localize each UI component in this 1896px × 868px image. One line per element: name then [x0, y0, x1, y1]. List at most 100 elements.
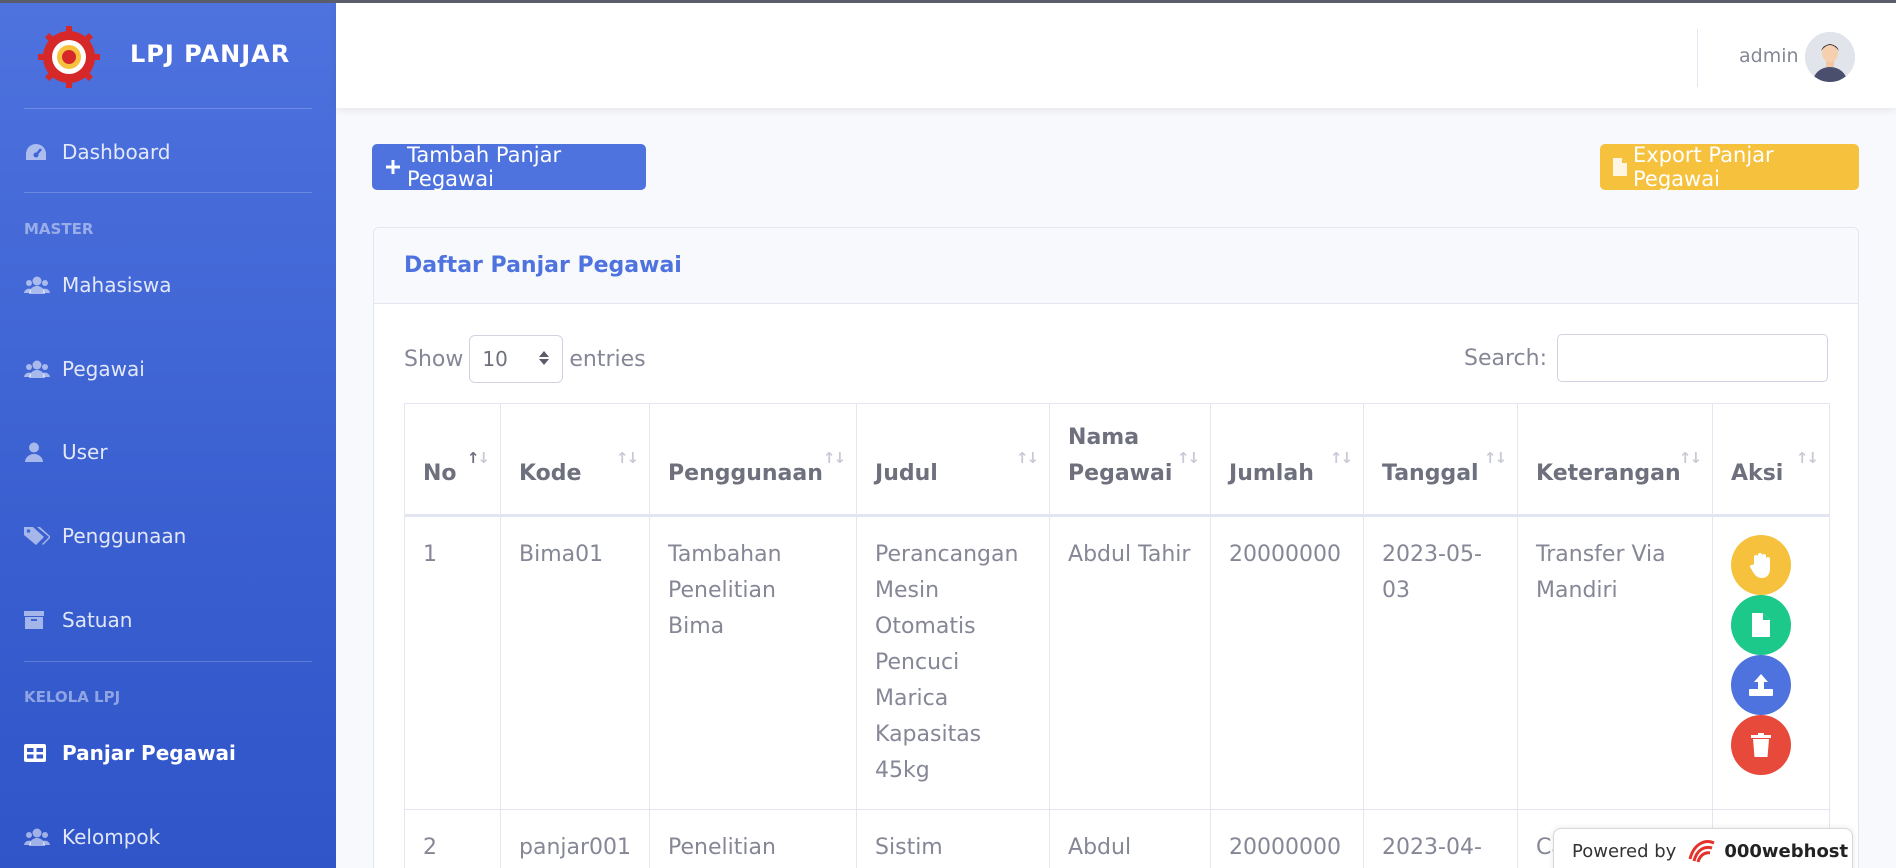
sidebar-item-label: Mahasiswa	[62, 273, 172, 297]
column-header-tanggal[interactable]: Tanggal ↑↓	[1363, 403, 1519, 516]
column-header-aksi[interactable]: Aksi ↑↓	[1712, 403, 1830, 516]
cell-penggunaan: Tambahan Penelitian Bima	[649, 515, 858, 810]
upload-icon	[1749, 674, 1774, 696]
sidebar-item-panjar-pegawai[interactable]: Panjar Pegawai	[24, 733, 324, 773]
sort-icon: ↑↓	[1329, 449, 1353, 467]
delete-button[interactable]	[1731, 715, 1792, 775]
column-label: Kode	[519, 461, 582, 486]
cell-no: 1	[404, 515, 501, 810]
sidebar-item-satuan[interactable]: Satuan	[24, 600, 324, 640]
column-label: Penggunaan	[668, 461, 823, 486]
sidebar-item-label: Kelompok	[62, 825, 161, 849]
cell-penggunaan: Penelitian	[649, 809, 858, 868]
sort-icon: ↑↓	[615, 449, 639, 467]
search-control: Search:	[1464, 334, 1828, 382]
upload-button[interactable]	[1731, 655, 1792, 715]
hand-icon	[1750, 553, 1771, 578]
sort-icon: ↑↓	[822, 449, 846, 467]
column-label: Nama Pegawai	[1068, 425, 1173, 486]
cell-jumlah: 20000000	[1210, 515, 1365, 810]
card-title: Daftar Panjar Pegawai	[404, 253, 682, 278]
table-header-row: No ↑↓ Kode ↑↓ Penggunaan ↑↓ Judul ↑↓ Nama Pe…	[404, 403, 1830, 516]
verify-button[interactable]	[1731, 535, 1792, 595]
brand-title: LPJ PANJAR	[130, 40, 291, 68]
sort-icon: ↑↓	[1483, 449, 1507, 467]
cell-jumlah: 20000000	[1210, 809, 1365, 868]
entries-label: entries	[569, 346, 646, 372]
brand[interactable]: LPJ PANJAR	[0, 0, 336, 109]
sidebar-item-dashboard[interactable]: Dashboard	[24, 132, 324, 172]
column-header-judul[interactable]: Judul ↑↓	[856, 403, 1051, 516]
sidebar-item-pegawai[interactable]: Pegawai	[24, 349, 324, 389]
cell-keterangan: Transfer Via Mandiri	[1517, 515, 1714, 810]
sidebar-item-label: Satuan	[62, 608, 133, 632]
sidebar-item-penggunaan[interactable]: Penggunaan	[24, 516, 324, 556]
sidebar-item-label: User	[62, 440, 108, 464]
user-avatar-icon	[1805, 32, 1855, 82]
column-header-kode[interactable]: Kode ↑↓	[499, 403, 651, 516]
search-input[interactable]	[1557, 334, 1828, 382]
webhost-logo-icon	[1686, 839, 1716, 863]
sidebar-item-kelompok[interactable]: Kelompok	[24, 817, 324, 857]
length-control: Show 10 entries	[404, 335, 646, 383]
users-icon	[24, 360, 62, 378]
user-name[interactable]: admin	[1739, 45, 1799, 67]
search-label: Search:	[1464, 345, 1547, 371]
column-label: No	[423, 461, 457, 486]
sort-icon: ↑↓	[1015, 449, 1039, 467]
table-icon	[24, 744, 62, 762]
panjar-card: Daftar Panjar Pegawai Show 10 entries Se…	[373, 227, 1859, 868]
column-label: Jumlah	[1229, 461, 1314, 486]
detail-button[interactable]	[1731, 595, 1792, 655]
sidebar-item-user[interactable]: User	[24, 432, 324, 472]
column-header-jumlah[interactable]: Jumlah ↑↓	[1210, 403, 1365, 516]
cell-tanggal: 2023-04-	[1363, 809, 1519, 868]
sort-icon: ↑↓	[466, 449, 490, 467]
sidebar: LPJ PANJAR Dashboard MASTER Mahasiswa Pe…	[0, 0, 336, 868]
cell-nama-pegawai: Abdul Tahir	[1049, 515, 1212, 810]
tags-icon	[24, 526, 62, 546]
sort-icon: ↑↓	[1176, 449, 1200, 467]
cell-nama-pegawai: Abdul	[1049, 809, 1212, 868]
powered-brand: 000webhost	[1724, 840, 1849, 862]
column-label: Tanggal	[1382, 461, 1479, 486]
export-panjar-button[interactable]: Export Panjar Pegawai	[1600, 143, 1859, 191]
cell-kode: panjar001	[499, 809, 651, 868]
column-label: Aksi	[1731, 461, 1784, 486]
sidebar-divider	[24, 192, 312, 193]
sort-icon: ↑↓	[1678, 449, 1702, 467]
user-icon	[24, 442, 62, 462]
add-panjar-button[interactable]: Tambah Panjar Pegawai	[372, 143, 646, 191]
file-icon	[1752, 613, 1771, 637]
export-panjar-label: Export Panjar Pegawai	[1633, 143, 1774, 191]
trash-icon	[1751, 733, 1772, 757]
column-header-nama-pegawai[interactable]: Nama Pegawai ↑↓	[1049, 403, 1212, 516]
entries-select[interactable]: 10	[469, 335, 564, 383]
tachometer-icon	[24, 142, 62, 162]
column-label: Judul	[875, 461, 938, 486]
select-arrows-icon	[538, 347, 550, 371]
column-header-keterangan[interactable]: Keterangan ↑↓	[1517, 403, 1714, 516]
powered-by-badge[interactable]: Powered by 000webhost	[1553, 828, 1853, 868]
archive-icon	[24, 611, 62, 629]
entries-value: 10	[482, 347, 508, 371]
table-row: 1 Bima01 Tambahan Penelitian Bima Peranc…	[404, 515, 1830, 810]
avatar[interactable]	[1805, 32, 1855, 82]
powered-label: Powered by	[1572, 840, 1677, 862]
column-header-penggunaan[interactable]: Penggunaan ↑↓	[649, 403, 858, 516]
cell-tanggal: 2023-05-03	[1363, 515, 1519, 810]
sidebar-item-mahasiswa[interactable]: Mahasiswa	[24, 265, 324, 305]
topbar-divider	[1697, 29, 1698, 87]
logo-icon	[38, 26, 100, 88]
cell-kode: Bima01	[499, 515, 651, 810]
cell-no: 2	[404, 809, 501, 868]
add-panjar-label: Tambah Panjar Pegawai	[407, 143, 562, 191]
cell-judul: Perancangan Mesin Otomatis Pencuci Maric…	[856, 515, 1051, 810]
cell-aksi	[1712, 515, 1830, 810]
top-border	[0, 0, 1896, 3]
users-icon	[24, 828, 62, 846]
sidebar-divider	[24, 661, 312, 662]
sidebar-item-label: Pegawai	[62, 357, 145, 381]
column-header-no[interactable]: No ↑↓	[404, 403, 501, 516]
cell-judul: Sistim	[856, 809, 1051, 868]
